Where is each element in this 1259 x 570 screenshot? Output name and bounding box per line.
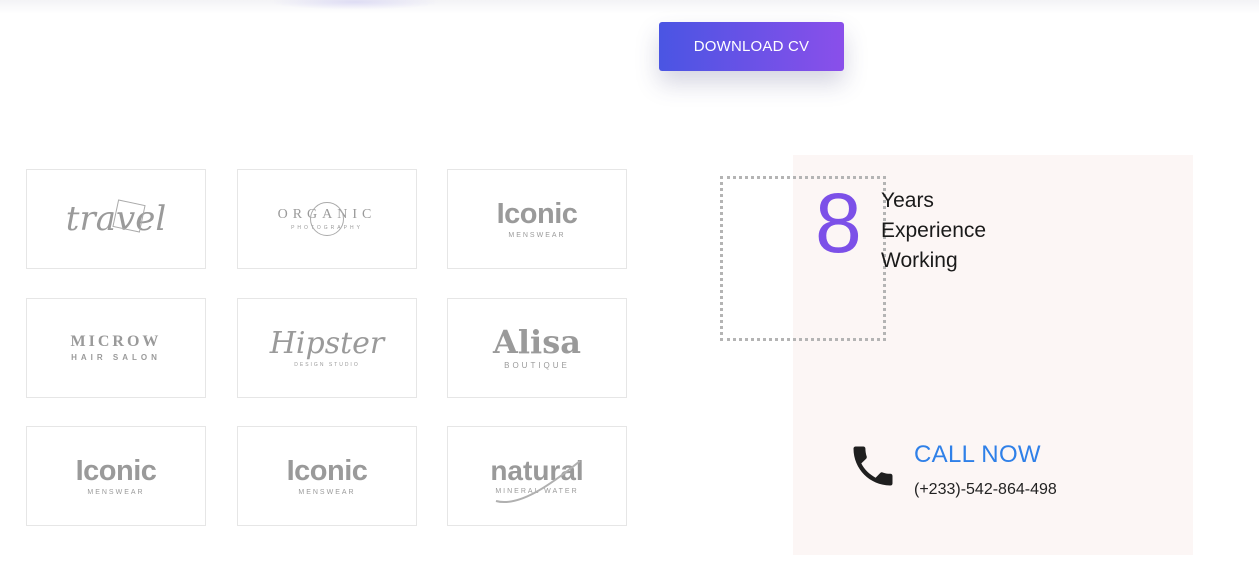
- experience-years-number: 8: [815, 176, 862, 270]
- logo-circle-mark: [310, 202, 344, 236]
- client-logo-iconic: Iconic MENSWEAR: [237, 426, 417, 526]
- logo-tagline: MENSWEAR: [87, 488, 145, 496]
- client-logo-hipster: Hipster DESIGN STUDIO: [237, 298, 417, 398]
- client-logo-travel: travel: [26, 169, 206, 269]
- logo-name: Iconic: [75, 454, 157, 487]
- client-logo-iconic: Iconic MENSWEAR: [447, 169, 627, 269]
- experience-line-1: Years: [881, 189, 934, 212]
- client-logo-organic: ORGANIC PHOTOGRAPHY: [237, 169, 417, 269]
- logo-tagline: MENSWEAR: [508, 231, 566, 239]
- experience-line-2: Experience: [881, 219, 987, 242]
- logo-name: Iconic: [496, 197, 578, 230]
- logo-name: Hipster: [269, 325, 385, 361]
- logo-square-mark: [112, 199, 146, 233]
- header-shadow: [0, 0, 1259, 14]
- logo-tagline: BOUTIQUE: [504, 361, 570, 370]
- logo-name: Iconic: [286, 454, 368, 487]
- experience-line-3: Working: [881, 249, 958, 272]
- logo-tagline: MENSWEAR: [298, 488, 356, 496]
- download-cv-button[interactable]: DOWNLOAD CV: [659, 22, 844, 71]
- logo-tagline: DESIGN STUDIO: [294, 361, 360, 368]
- logo-name: MICROW: [70, 333, 162, 350]
- phone-icon: [853, 446, 893, 486]
- client-logo-iconic: Iconic MENSWEAR: [26, 426, 206, 526]
- phone-number: (+233)-542-864-498: [914, 481, 1057, 498]
- client-logo-natural: natural MINERAL WATER: [447, 426, 627, 526]
- logo-swoosh-mark: [495, 460, 581, 504]
- logo-tagline: HAIR SALON: [71, 353, 161, 362]
- client-logo-microw: MICROW HAIR SALON: [26, 298, 206, 398]
- logo-name: Alisa: [493, 323, 581, 361]
- client-logo-alisa: Alisa BOUTIQUE: [447, 298, 627, 398]
- experience-caption: Years Experience Working: [881, 186, 986, 276]
- call-now-link[interactable]: CALL NOW: [914, 441, 1041, 469]
